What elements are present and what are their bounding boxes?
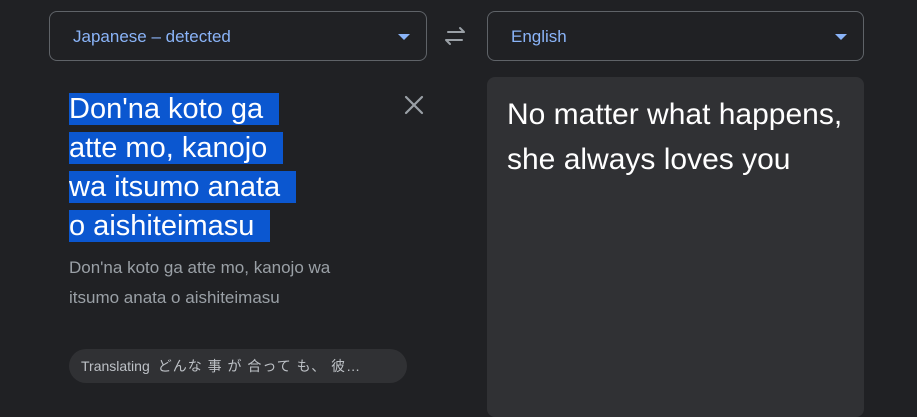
translating-text: どんな 事 が 合って も、 彼… <box>157 358 362 374</box>
translating-label: Translating <box>81 358 150 374</box>
close-icon <box>404 95 424 115</box>
source-language-select[interactable]: Japanese – detected <box>49 11 427 61</box>
source-text-input[interactable]: Don'na koto ga atte mo, kanojo wa itsumo… <box>69 90 369 246</box>
target-text-panel: No matter what happens, she always loves… <box>487 77 864 417</box>
swap-arrows-icon <box>445 27 465 45</box>
source-text-line: Don'na koto ga <box>69 93 280 125</box>
source-text-line: o aishiteimasu <box>69 210 271 242</box>
chevron-down-icon <box>398 34 410 40</box>
target-language-label: English <box>511 27 567 46</box>
source-romanization: Don'na koto ga atte mo, kanojo wa itsumo… <box>69 258 331 307</box>
swap-languages-button[interactable] <box>437 20 473 52</box>
translating-chip[interactable]: Translating どんな 事 が 合って も、 彼… <box>69 349 407 383</box>
translated-text: No matter what happens, she always loves… <box>507 98 843 176</box>
source-text-line: wa itsumo anata <box>69 171 297 203</box>
target-language-select[interactable]: English <box>487 11 864 61</box>
source-text-line: atte mo, kanojo <box>69 132 284 164</box>
source-language-label: Japanese – detected <box>73 27 231 46</box>
clear-source-button[interactable] <box>401 92 427 118</box>
chevron-down-icon <box>835 34 847 40</box>
